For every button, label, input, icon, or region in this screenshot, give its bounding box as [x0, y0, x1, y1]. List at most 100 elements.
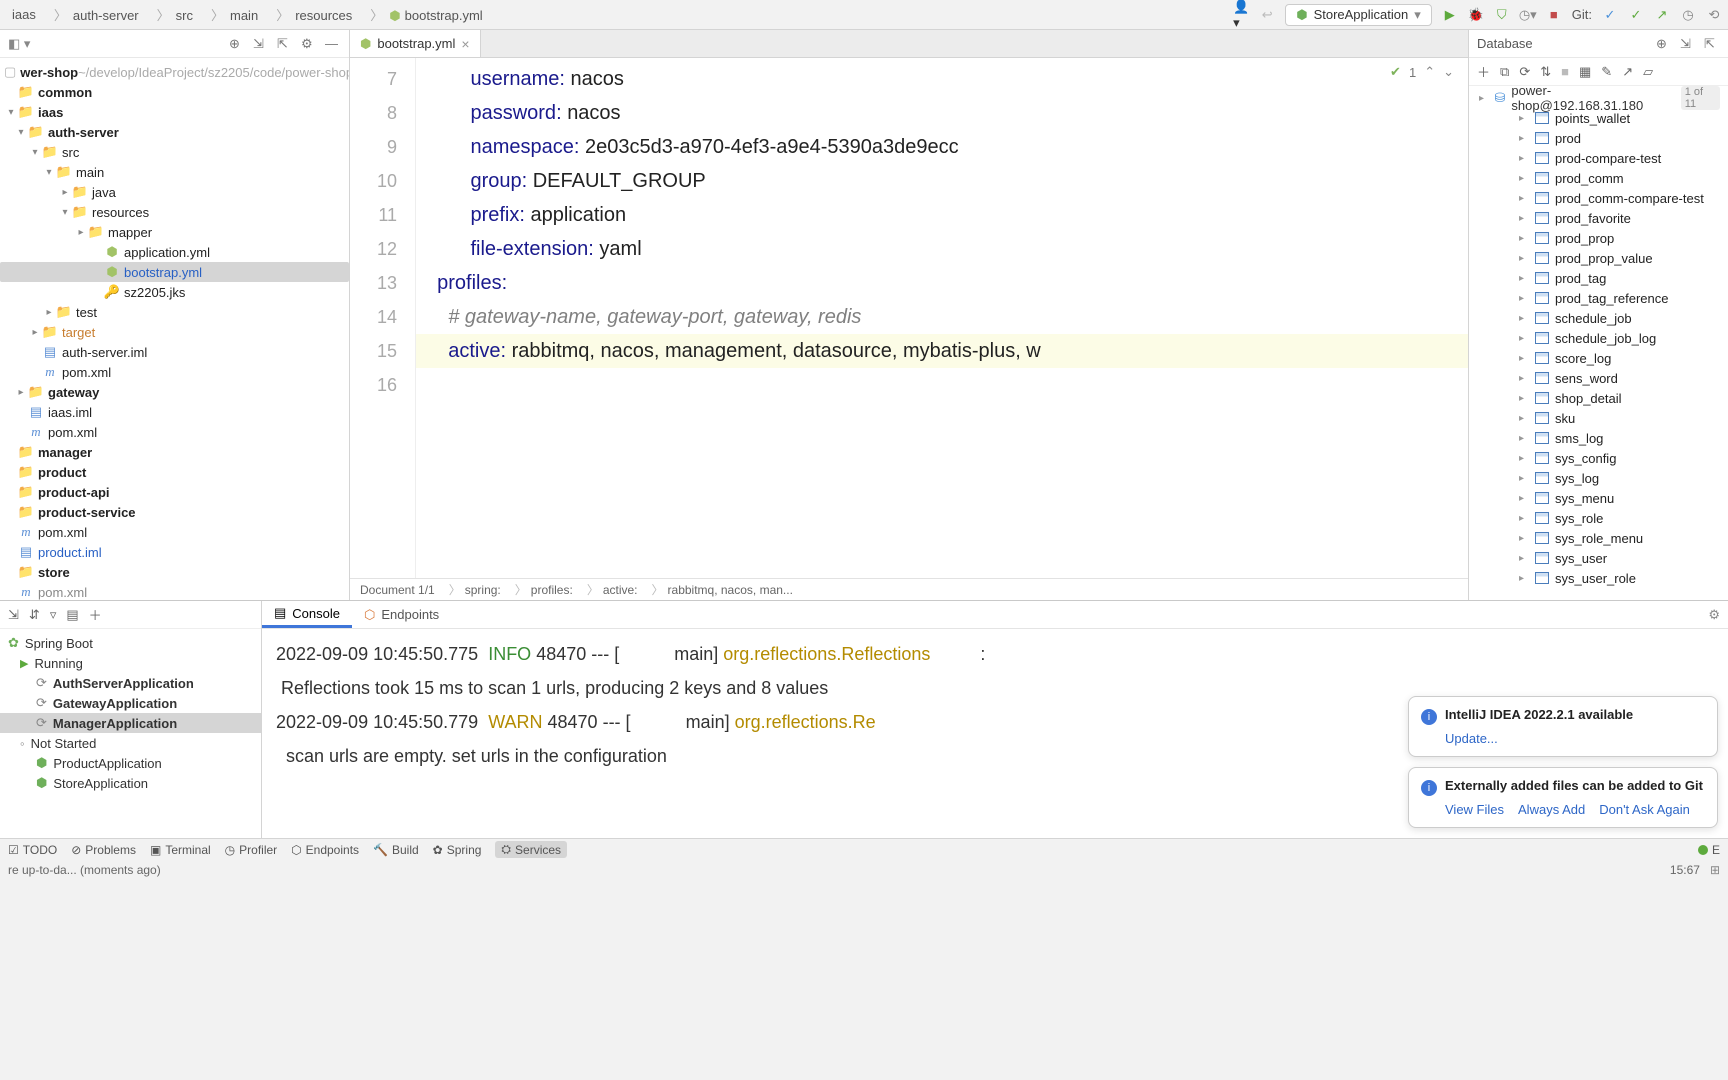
db-collapse-icon[interactable]: ⇱: [1704, 36, 1720, 52]
db-table[interactable]: ▸score_log: [1469, 348, 1728, 368]
back-icon[interactable]: ↩: [1259, 7, 1275, 23]
view-files-link[interactable]: View Files: [1445, 802, 1504, 817]
services-tree[interactable]: ✿Spring Boot▶Running⟳AuthServerApplicati…: [0, 629, 261, 838]
tree-node[interactable]: mpom.xml: [0, 422, 349, 442]
db-table[interactable]: ▸sys_log: [1469, 468, 1728, 488]
svc-add-icon[interactable]: ＋: [89, 605, 102, 624]
db-table[interactable]: ▸sens_word: [1469, 368, 1728, 388]
tree-node[interactable]: 📁manager: [0, 442, 349, 462]
crumb-file[interactable]: ⬢bootstrap.yml: [364, 3, 488, 26]
hide-icon[interactable]: —: [325, 36, 341, 52]
db-table[interactable]: ▸sys_role: [1469, 508, 1728, 528]
git-commit-icon[interactable]: ✓: [1602, 7, 1618, 23]
tool-build[interactable]: 🔨 Build: [373, 843, 419, 857]
tree-node[interactable]: 📁store: [0, 562, 349, 582]
editor-crumb-profiles[interactable]: profiles:: [511, 581, 573, 598]
tool-profiler[interactable]: ◷ Profiler: [225, 843, 278, 857]
tool-problems[interactable]: ⊘ Problems: [71, 843, 136, 857]
git-push-icon[interactable]: ✓: [1628, 7, 1644, 23]
crumb-src[interactable]: src: [151, 3, 199, 26]
svc-running-group[interactable]: ▶Running: [0, 653, 261, 673]
tree-node[interactable]: ⬢bootstrap.yml: [0, 262, 349, 282]
tree-node[interactable]: 📁common: [0, 82, 349, 102]
db-edit-icon[interactable]: ✎: [1601, 64, 1612, 80]
always-add-link[interactable]: Always Add: [1518, 802, 1585, 817]
db-table[interactable]: ▸sys_role_menu: [1469, 528, 1728, 548]
collapse-all-icon[interactable]: ⇱: [277, 36, 293, 52]
svc-app[interactable]: ⟳GatewayApplication: [0, 693, 261, 713]
db-refresh-icon[interactable]: ⟳: [1519, 64, 1530, 80]
tool-todo[interactable]: ☑ TODO: [8, 843, 57, 857]
crumb-main[interactable]: main: [205, 3, 264, 26]
code-editor[interactable]: username: nacos password: nacos namespac…: [416, 58, 1468, 578]
tree-node[interactable]: ▸📁target: [0, 322, 349, 342]
db-table[interactable]: ▸schedule_job: [1469, 308, 1728, 328]
next-highlight-icon[interactable]: ⌄: [1443, 64, 1454, 80]
tree-node[interactable]: ▾📁auth-server: [0, 122, 349, 142]
db-table[interactable]: ▸sys_config: [1469, 448, 1728, 468]
db-table[interactable]: ▸prod-compare-test: [1469, 148, 1728, 168]
tool-spring[interactable]: ✿ Spring: [433, 843, 482, 857]
project-tree[interactable]: ▢wer-shop ~/develop/IdeaProject/sz2205/c…: [0, 58, 349, 600]
tab-console[interactable]: ▤Console: [262, 601, 352, 628]
tree-node[interactable]: ▸📁gateway: [0, 382, 349, 402]
svc-filter-icon[interactable]: ▿: [50, 607, 57, 623]
svc-app[interactable]: ⬢StoreApplication: [0, 773, 261, 793]
db-table[interactable]: ▸sys_user: [1469, 548, 1728, 568]
editor-crumb-spring[interactable]: spring:: [445, 581, 501, 598]
tree-node[interactable]: mpom.xml: [0, 582, 349, 600]
db-add-icon[interactable]: ＋: [1477, 62, 1490, 81]
user-icon[interactable]: 👤▾: [1233, 7, 1249, 23]
db-table-icon[interactable]: ▦: [1579, 64, 1591, 80]
svc-collapse-icon[interactable]: ⇲: [8, 607, 19, 623]
select-opened-file-icon[interactable]: ⊕: [229, 36, 245, 52]
tree-node[interactable]: ⬢application.yml: [0, 242, 349, 262]
tree-node[interactable]: ▤product.iml: [0, 542, 349, 562]
tree-node[interactable]: mpom.xml: [0, 522, 349, 542]
db-table[interactable]: ▸points_wallet: [1469, 108, 1728, 128]
coverage-icon[interactable]: ⛉: [1494, 7, 1510, 23]
tree-node[interactable]: ▸📁test: [0, 302, 349, 322]
svc-app[interactable]: ⟳ManagerApplication: [0, 713, 261, 733]
db-table[interactable]: ▸prod_tag_reference: [1469, 288, 1728, 308]
tree-node[interactable]: ▸📁java: [0, 182, 349, 202]
svc-tree-icon[interactable]: ⇵: [29, 607, 40, 623]
svc-layout-icon[interactable]: ▤: [66, 607, 78, 623]
tool-endpoints[interactable]: ⬡ Endpoints: [291, 843, 359, 857]
editor-crumb-value[interactable]: rabbitmq, nacos, man...: [648, 581, 793, 598]
profile-icon[interactable]: ◷▾: [1520, 7, 1536, 23]
db-connection[interactable]: ▸ ⛁ power-shop@192.168.31.180 1 of 11: [1469, 88, 1728, 108]
debug-icon[interactable]: 🐞: [1468, 7, 1484, 23]
tree-node[interactable]: ▾📁src: [0, 142, 349, 162]
svc-app[interactable]: ⟳AuthServerApplication: [0, 673, 261, 693]
db-new-session-icon[interactable]: ⊕: [1656, 36, 1672, 52]
db-table[interactable]: ▸prod_comm-compare-test: [1469, 188, 1728, 208]
db-filter-icon[interactable]: ⇅: [1540, 64, 1551, 80]
stop-icon[interactable]: ■: [1546, 7, 1562, 23]
tool-terminal[interactable]: ▣ Terminal: [150, 843, 211, 857]
tree-node[interactable]: ▾📁main: [0, 162, 349, 182]
db-table[interactable]: ▸schedule_job_log: [1469, 328, 1728, 348]
tree-node[interactable]: ▢wer-shop ~/develop/IdeaProject/sz2205/c…: [0, 62, 349, 82]
editor-tab-bootstrap[interactable]: ⬢ bootstrap.yml ×: [350, 30, 481, 57]
settings-icon[interactable]: ⚙: [301, 36, 317, 52]
tree-node[interactable]: 📁product: [0, 462, 349, 482]
tree-node[interactable]: ▤auth-server.iml: [0, 342, 349, 362]
tree-node[interactable]: 📁product-service: [0, 502, 349, 522]
run-icon[interactable]: ▶: [1442, 7, 1458, 23]
db-table[interactable]: ▸sys_menu: [1469, 488, 1728, 508]
db-table[interactable]: ▸sys_user_role: [1469, 568, 1728, 588]
crumb-resources[interactable]: resources: [270, 3, 358, 26]
svc-notstarted-group[interactable]: ◦Not Started: [0, 733, 261, 753]
event-log-icon[interactable]: E: [1698, 843, 1720, 857]
tree-node[interactable]: 🔑sz2205.jks: [0, 282, 349, 302]
tree-node[interactable]: ▸📁mapper: [0, 222, 349, 242]
crumb-iaas[interactable]: iaas: [6, 5, 42, 24]
db-stop-icon[interactable]: ■: [1561, 64, 1569, 79]
db-table[interactable]: ▸prod: [1469, 128, 1728, 148]
tree-node[interactable]: ▾📁resources: [0, 202, 349, 222]
db-duplicate-icon[interactable]: ⧉: [1500, 64, 1509, 80]
history-icon[interactable]: ◷: [1680, 7, 1696, 23]
run-configuration-selector[interactable]: ⬢ StoreApplication ▾: [1285, 4, 1432, 26]
editor-crumb-active[interactable]: active:: [583, 581, 638, 598]
